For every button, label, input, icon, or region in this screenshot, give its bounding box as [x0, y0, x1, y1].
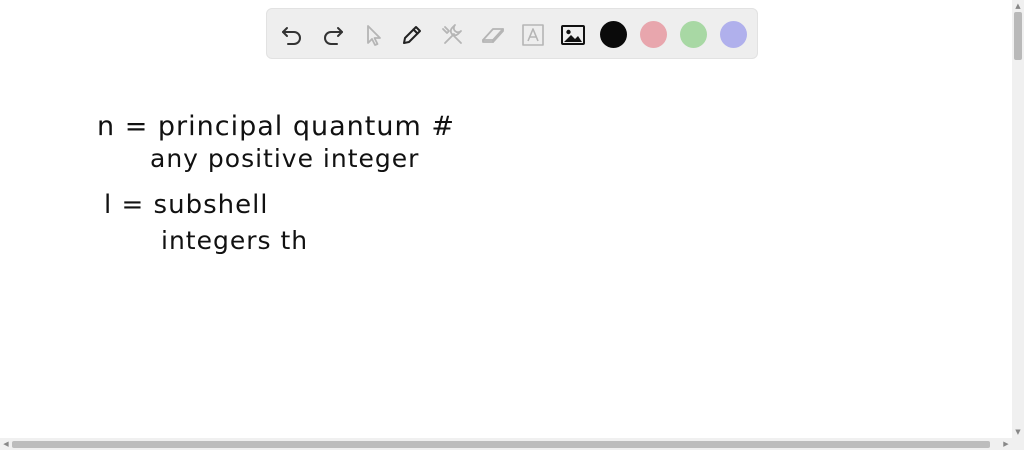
- vertical-scrollbar[interactable]: ▲ ▼: [1012, 0, 1024, 438]
- vertical-scroll-thumb[interactable]: [1014, 12, 1022, 60]
- scroll-left-arrow-icon[interactable]: ◀: [0, 438, 12, 450]
- scroll-down-arrow-icon[interactable]: ▼: [1012, 426, 1024, 438]
- horizontal-scrollbar[interactable]: ◀ ▶: [0, 438, 1012, 450]
- note-line-n-definition: n = principal quantum #: [97, 111, 455, 142]
- scroll-up-arrow-icon[interactable]: ▲: [1012, 0, 1024, 12]
- note-line-l-definition: l = subshell: [104, 190, 269, 220]
- whiteboard-canvas[interactable]: n = principal quantum # any positive int…: [0, 0, 1012, 438]
- note-line-l-values: integers th: [161, 226, 309, 255]
- note-line-n-values: any positive integer: [150, 144, 420, 173]
- scroll-right-arrow-icon[interactable]: ▶: [1000, 438, 1012, 450]
- horizontal-scroll-thumb[interactable]: [12, 441, 990, 448]
- handwritten-notes: n = principal quantum # any positive int…: [0, 0, 1012, 438]
- scrollbar-corner: [1012, 438, 1024, 450]
